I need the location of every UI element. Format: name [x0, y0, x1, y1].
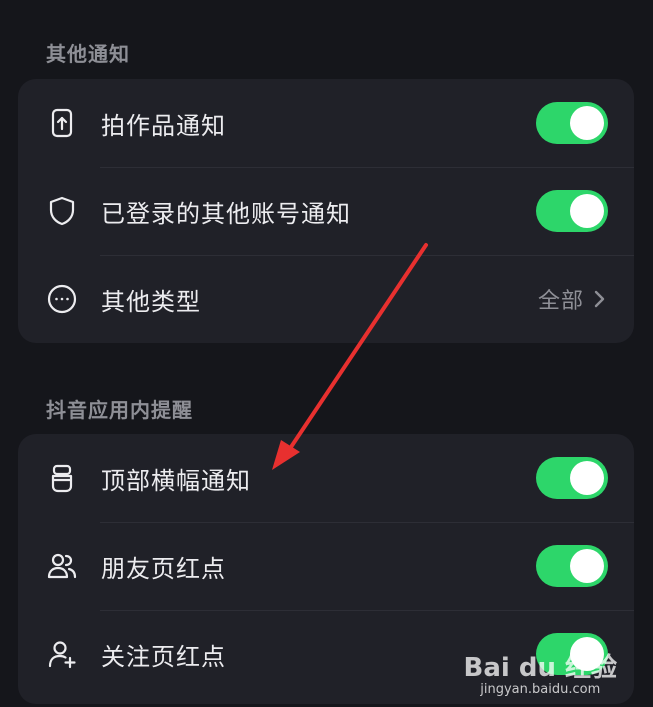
toggle-knob	[570, 461, 604, 495]
row-post-notification[interactable]: 拍作品通知	[18, 79, 634, 167]
chevron-right-icon	[594, 290, 605, 308]
baidu-watermark: Bai du 经验 jingyan.baidu.com	[464, 647, 618, 697]
friends-icon	[46, 550, 78, 582]
row-label: 已登录的其他账号通知	[101, 199, 351, 228]
toggle-knob	[570, 106, 604, 140]
toggle-knob	[570, 194, 604, 228]
other-types-value[interactable]: 全部	[538, 283, 608, 315]
row-label: 拍作品通知	[101, 111, 226, 140]
upload-phone-icon	[46, 107, 78, 139]
card-other-notifications: 拍作品通知 已登录的其他账号通知 其他类型 全部	[18, 79, 634, 343]
row-friends-red-dot[interactable]: 朋友页红点	[18, 522, 634, 610]
row-label: 关注页红点	[101, 642, 226, 671]
toggle-switch[interactable]	[536, 190, 608, 232]
toggle-switch[interactable]	[536, 102, 608, 144]
row-other-account-notification[interactable]: 已登录的其他账号通知	[18, 167, 634, 255]
value-text: 全部	[537, 289, 584, 314]
row-other-types[interactable]: 其他类型 全部	[18, 255, 634, 343]
more-circle-icon	[46, 283, 78, 315]
row-label: 顶部横幅通知	[101, 466, 251, 495]
row-top-banner-notification[interactable]: 顶部横幅通知	[18, 434, 634, 522]
section-title-other-notifications: 其他通知	[46, 42, 130, 66]
section-title-in-app-reminders: 抖音应用内提醒	[46, 398, 193, 422]
toggle-knob	[570, 549, 604, 583]
shield-icon	[46, 195, 78, 227]
row-label: 其他类型	[101, 287, 201, 316]
watermark-url: jingyan.baidu.com	[480, 682, 601, 697]
row-label: 朋友页红点	[101, 554, 226, 583]
toggle-switch[interactable]	[536, 545, 608, 587]
watermark-logo: Bai du 经验	[463, 653, 618, 683]
banner-icon	[46, 462, 78, 494]
add-user-icon	[46, 638, 78, 670]
toggle-switch[interactable]	[536, 457, 608, 499]
